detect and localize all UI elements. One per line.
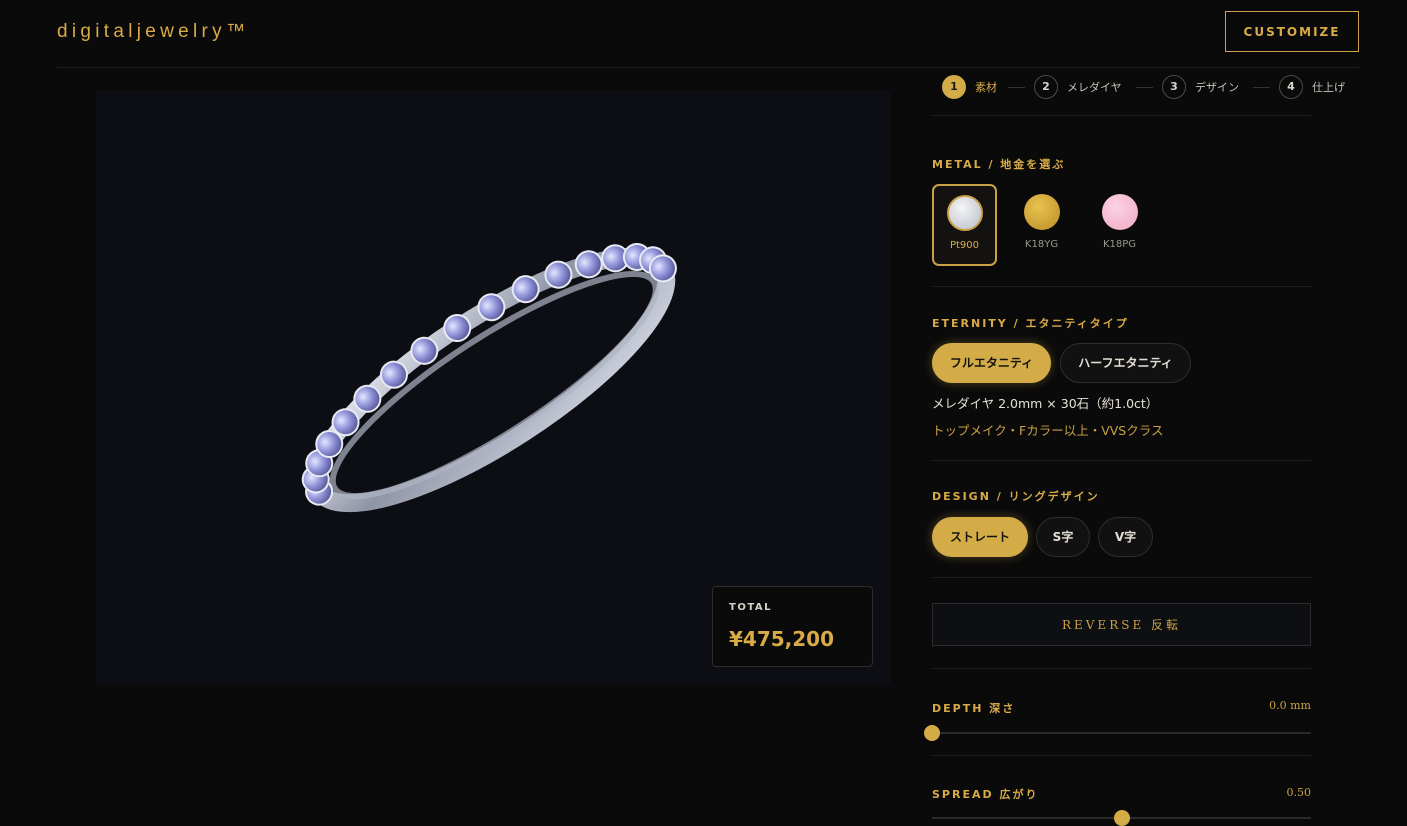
step-number: 3 xyxy=(1162,75,1186,99)
metal-swatch xyxy=(1023,194,1060,230)
customize-button[interactable]: CUSTOMIZE xyxy=(1225,11,1359,52)
metal-label: K18PG xyxy=(1102,239,1137,250)
spread-slider-track[interactable] xyxy=(932,810,1311,826)
divider xyxy=(932,755,1311,756)
eternity-section-title: ETERNITY / エタニティタイプ xyxy=(932,317,1129,330)
step-label: 仕上げ xyxy=(1312,81,1345,94)
total-price: ¥475,200 xyxy=(729,627,835,651)
metal-option-k18yg[interactable]: K18YG xyxy=(1009,184,1074,266)
ring-viewer[interactable]: TOTAL ¥475,200 xyxy=(96,90,891,685)
metal-swatch xyxy=(1101,194,1138,230)
step-label: 素材 xyxy=(975,81,997,94)
depth-slider-track[interactable] xyxy=(924,725,1311,741)
eternity-spec-text: メレダイヤ 2.0mm × 30石（約1.0ct） xyxy=(932,396,1159,411)
step-3[interactable]: 3 デザイン xyxy=(1162,74,1239,100)
step-connector xyxy=(1136,87,1153,88)
total-price-card: TOTAL ¥475,200 xyxy=(712,586,873,667)
step-number: 2 xyxy=(1034,75,1058,99)
metal-swatch xyxy=(946,195,983,231)
divider xyxy=(932,577,1311,578)
eternity-option-half[interactable]: ハーフエタニティ xyxy=(1060,343,1191,383)
divider xyxy=(932,115,1311,116)
header: digitaljewelry™ CUSTOMIZE xyxy=(57,0,1359,68)
eternity-quality-text: トップメイク・Fカラー以上・VVSクラス xyxy=(932,423,1164,438)
spread-label: SPREAD 広がり xyxy=(932,788,1039,801)
metal-option-k18pg[interactable]: K18PG xyxy=(1087,184,1152,266)
step-2[interactable]: 2 メレダイヤ xyxy=(1034,74,1122,100)
design-section-title: DESIGN / リングデザイン xyxy=(932,490,1100,503)
step-label: メレダイヤ xyxy=(1067,81,1122,94)
depth-value: 0.0 mm xyxy=(1269,699,1311,712)
step-number: 4 xyxy=(1279,75,1303,99)
depth-label: DEPTH 深さ xyxy=(932,702,1016,715)
step-connector xyxy=(1253,87,1270,88)
reverse-button[interactable]: REVERSE 反転 xyxy=(932,603,1311,646)
depth-slider-thumb[interactable] xyxy=(924,725,940,741)
divider xyxy=(932,286,1311,287)
spread-slider-thumb[interactable] xyxy=(1113,810,1130,826)
step-indicator: 1 素材 2 メレダイヤ 3 デザイン 4 仕上げ xyxy=(942,74,1352,100)
step-1[interactable]: 1 素材 xyxy=(942,74,997,100)
design-option-s[interactable]: S字 xyxy=(1036,517,1090,557)
metal-label: K18YG xyxy=(1024,239,1059,250)
brand-logo[interactable]: digitaljewelry™ xyxy=(57,21,249,43)
design-option-v[interactable]: V字 xyxy=(1098,517,1153,557)
divider xyxy=(932,668,1311,669)
metal-label: Pt900 xyxy=(949,240,980,251)
design-option-straight[interactable]: ストレート xyxy=(932,517,1028,557)
metal-option-pt900[interactable]: Pt900 xyxy=(932,184,997,266)
step-label: デザイン xyxy=(1195,81,1239,94)
total-label: TOTAL xyxy=(729,602,772,613)
step-number: 1 xyxy=(942,75,966,99)
step-4[interactable]: 4 仕上げ xyxy=(1279,74,1345,100)
metal-section-title: METAL / 地金を選ぶ xyxy=(932,158,1066,171)
spread-value: 0.50 xyxy=(1286,786,1312,799)
step-connector xyxy=(1008,87,1025,88)
eternity-option-full[interactable]: フルエタニティ xyxy=(932,343,1051,383)
divider xyxy=(932,460,1311,461)
